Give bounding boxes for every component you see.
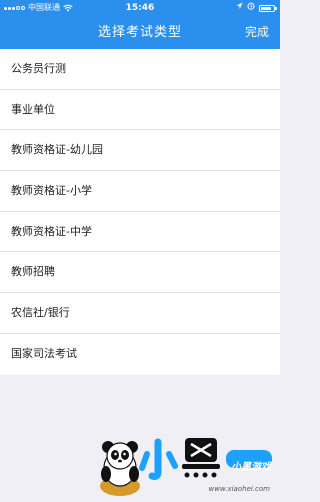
exam-type-item[interactable]: 国家司法考试 bbox=[0, 334, 280, 375]
exam-type-item[interactable]: 教师资格证-中学 bbox=[0, 212, 280, 253]
status-right bbox=[236, 0, 277, 16]
battery-fill bbox=[261, 6, 271, 10]
exam-type-item[interactable]: 事业单位 bbox=[0, 90, 280, 131]
alarm-icon bbox=[247, 0, 255, 16]
exam-type-item[interactable]: 农信社/银行 bbox=[0, 293, 280, 334]
app-header: 中国联通 15:46 选择考试类型 完成 bbox=[0, 0, 280, 49]
exam-type-item[interactable]: 公务员行测 bbox=[0, 49, 280, 90]
watermark-logo-text: 小黑游戏 bbox=[231, 462, 271, 473]
watermark: 小黑游戏 www.xiaohei.com bbox=[92, 428, 280, 498]
exam-type-item[interactable]: 教师资格证-幼儿园 bbox=[0, 130, 280, 171]
watermark-url: www.xiaohei.com bbox=[208, 485, 270, 493]
location-icon bbox=[236, 0, 243, 16]
nav-bar: 选择考试类型 完成 bbox=[0, 16, 280, 49]
exam-type-item[interactable]: 教师招聘 bbox=[0, 252, 280, 293]
page-title: 选择考试类型 bbox=[97, 25, 182, 40]
exam-type-list: 公务员行测 事业单位 教师资格证-幼儿园 教师资格证-小学 教师资格证-中学 教师招聘 农信… bbox=[0, 49, 280, 375]
battery-icon bbox=[259, 4, 277, 12]
exam-type-item[interactable]: 教师资格证-小学 bbox=[0, 171, 280, 212]
status-bar: 中国联通 15:46 bbox=[0, 0, 280, 16]
done-button[interactable]: 完成 bbox=[245, 16, 269, 49]
